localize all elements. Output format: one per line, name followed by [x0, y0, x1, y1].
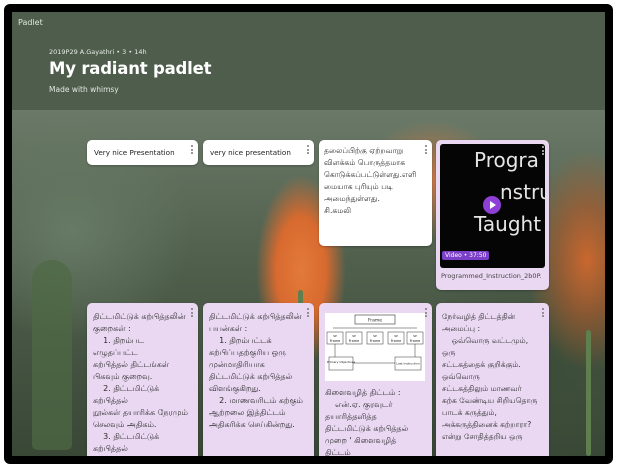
diagram-label: Frame — [410, 339, 421, 343]
page-subtitle: Made with whimsy — [49, 85, 119, 94]
diagram-label: Frame — [391, 339, 402, 343]
post-text: very nice presentation — [210, 148, 291, 157]
more-options-icon[interactable] — [542, 146, 544, 157]
diagram-label: SP — [394, 334, 398, 338]
diagram-label: Last Instruction — [396, 362, 419, 366]
diagram-label: Frame — [370, 339, 381, 343]
post-card[interactable]: தலைப்பிற்கு ஏற்றவாறு விளக்கம் பொருத்தமாக… — [319, 140, 432, 246]
post-card[interactable]: Very nice Presentation — [87, 140, 198, 165]
post-text: கிளைவழித் திட்டம் : என்.ஏ. குரவுடர் தயார… — [325, 388, 409, 456]
video-thumbnail[interactable]: Progra nstruc Taught by J Video • 37:50 — [440, 144, 545, 268]
post-text: திட்டமிட்டுக் கற்பித்தலின் குறைகள் : 1. … — [93, 312, 188, 453]
padlet-meta: 2019P29 A.Gayathri • 3 • 14h — [49, 48, 147, 56]
more-options-icon[interactable] — [191, 308, 193, 319]
padlet-logo[interactable]: Padlet — [18, 18, 43, 27]
post-card[interactable]: very nice presentation — [203, 140, 314, 165]
post-card[interactable]: Frame SP SP SP SP SP Frame Frame Frame F… — [319, 303, 432, 456]
post-card[interactable]: நேர்வழித் திட்டத்தின் அமைப்பு : ஒவ்வொரு … — [436, 303, 549, 456]
diagram-label: SP — [373, 334, 377, 338]
diagram-label: SP — [352, 334, 356, 338]
post-text: Very nice Presentation — [94, 148, 175, 157]
diagram-label: Primary Objectives — [327, 360, 356, 364]
video-post-card[interactable]: Progra nstruc Taught by J Video • 37:50 … — [436, 140, 549, 290]
diagram-label: SP — [413, 334, 417, 338]
more-options-icon[interactable] — [307, 308, 309, 319]
video-title-text: nstruc — [500, 180, 545, 204]
more-options-icon[interactable] — [425, 145, 427, 156]
post-text: நேர்வழித் திட்டத்தின் அமைப்பு : ஒவ்வொரு … — [442, 312, 538, 441]
post-card[interactable]: திட்டமிட்டுக் கற்பித்தலின் பயன்கள் : 1. … — [203, 303, 314, 456]
play-icon[interactable] — [483, 196, 501, 214]
padlet-header: Padlet 2019P29 A.Gayathri • 3 • 14h My r… — [12, 12, 605, 110]
video-title-text: Progra — [474, 148, 539, 172]
more-options-icon[interactable] — [191, 145, 193, 156]
padlet-screen: Padlet 2019P29 A.Gayathri • 3 • 14h My r… — [12, 12, 605, 456]
video-caption: Programmed_Instruction_2b0P... — [441, 272, 541, 280]
leaf — [32, 260, 72, 450]
more-options-icon[interactable] — [425, 308, 427, 319]
post-text: தலைப்பிற்கு ஏற்றவாறு விளக்கம் பொருத்தமாக… — [324, 146, 417, 215]
branching-diagram: Frame SP SP SP SP SP Frame Frame Frame F… — [325, 313, 425, 381]
monitor-frame: Padlet 2019P29 A.Gayathri • 3 • 14h My r… — [4, 4, 613, 464]
page-title: My radiant padlet — [49, 59, 212, 78]
video-title-text: Taught by J — [474, 212, 545, 236]
video-duration-badge: Video • 37:50 — [442, 251, 490, 260]
diagram-label: Frame — [349, 339, 360, 343]
more-options-icon[interactable] — [307, 145, 309, 156]
diagram-label: Frame — [368, 318, 382, 324]
post-card[interactable]: திட்டமிட்டுக் கற்பித்தலின் குறைகள் : 1. … — [87, 303, 198, 456]
post-text: திட்டமிட்டுக் கற்பித்தலின் பயன்கள் : 1. … — [209, 312, 303, 429]
tulip-stem — [586, 330, 591, 456]
diagram-label: Frame — [330, 339, 341, 343]
diagram-label: SP — [333, 334, 337, 338]
more-options-icon[interactable] — [542, 308, 544, 319]
